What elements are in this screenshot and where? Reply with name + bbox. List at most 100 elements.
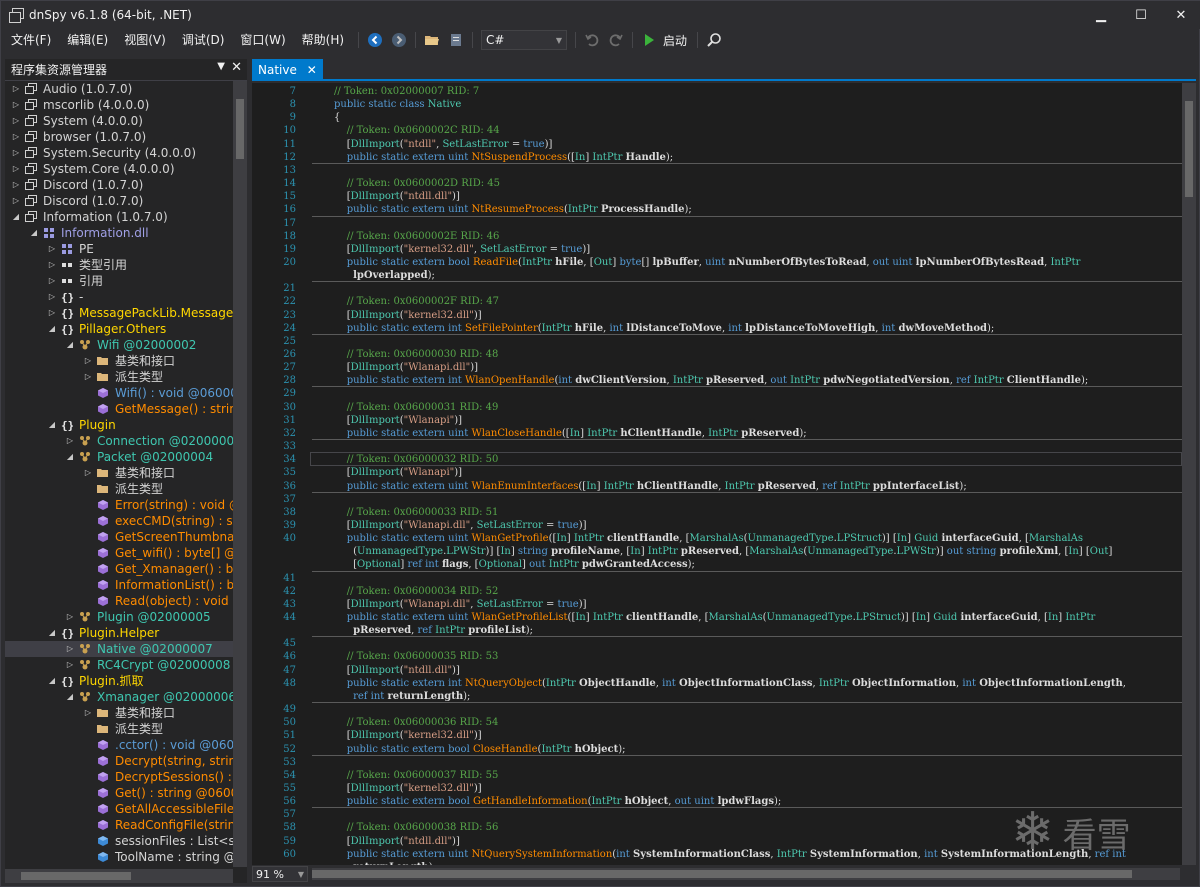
expand-arrow-icon[interactable]: ▷	[47, 305, 57, 321]
play-icon[interactable]	[639, 30, 659, 50]
tree-item[interactable]: ▷ mscorlib (4.0.0.0)	[5, 97, 233, 113]
tree-item[interactable]: ◢ Packet @02000004	[5, 449, 233, 465]
tree-item[interactable]: 派生类型	[5, 721, 233, 737]
tree-item[interactable]: Read(object) : void @	[5, 593, 233, 609]
search-icon[interactable]	[704, 30, 724, 50]
expand-arrow-icon[interactable]: ▷	[47, 289, 57, 305]
menu-help[interactable]: 帮助(H)	[296, 29, 350, 51]
tree-item[interactable]: ToolName : string @	[5, 849, 233, 865]
expand-arrow-icon[interactable]: ▷	[11, 97, 21, 113]
tree-item[interactable]: ▷ Plugin @02000005	[5, 609, 233, 625]
expand-arrow-icon[interactable]: ▷	[65, 433, 75, 449]
tree-item[interactable]: ▷ System.Security (4.0.0.0)	[5, 145, 233, 161]
tree-item[interactable]: ▷ 基类和接口	[5, 465, 233, 481]
tree-item[interactable]: ▷ 基类和接口	[5, 353, 233, 369]
title-bar[interactable]: dnSpy v6.1.8 (64-bit, .NET) ▁ ☐ ✕	[1, 1, 1200, 29]
tree-item[interactable]: ◢ {} Plugin	[5, 417, 233, 433]
expand-arrow-icon[interactable]: ▷	[11, 145, 21, 161]
tab-native[interactable]: Native ✕	[252, 59, 323, 81]
tree-item[interactable]: ▷ PE	[5, 241, 233, 257]
undo-icon[interactable]	[582, 30, 602, 50]
tree-item[interactable]: Decrypt(string, string	[5, 753, 233, 769]
dropdown-icon[interactable]: ▼	[217, 61, 225, 72]
tree-item[interactable]: Get_Xmanager() : byt	[5, 561, 233, 577]
tree-item[interactable]: ▷ 基类和接口	[5, 705, 233, 721]
scrollbar-thumb[interactable]	[312, 870, 1132, 878]
tree-item[interactable]: ▷ System.Core (4.0.0.0)	[5, 161, 233, 177]
tree-item[interactable]: ▷ System (4.0.0.0)	[5, 113, 233, 129]
close-icon[interactable]: ✕	[307, 59, 317, 81]
tree-item[interactable]: ▷ browser (1.0.7.0)	[5, 129, 233, 145]
expand-arrow-icon[interactable]: ▷	[83, 369, 93, 385]
expand-arrow-icon[interactable]: ▷	[11, 193, 21, 209]
code-editor[interactable]: 7 // Token: 0x02000007 RID: 7 8 public stat…	[252, 83, 1196, 865]
tree-item[interactable]: InformationList() : by	[5, 577, 233, 593]
tree-item[interactable]: ▷ Native @02000007	[5, 641, 233, 657]
redo-icon[interactable]	[606, 30, 626, 50]
expand-arrow-icon[interactable]: ▷	[47, 257, 57, 273]
tree-item[interactable]: ◢ {} Plugin.抓取	[5, 673, 233, 689]
expand-arrow-icon[interactable]: ▷	[11, 129, 21, 145]
back-icon[interactable]	[365, 30, 385, 50]
expand-arrow-icon[interactable]: ▷	[83, 353, 93, 369]
tree-item[interactable]: ReadConfigFile(string	[5, 817, 233, 833]
minimize-button[interactable]: ▁	[1081, 1, 1121, 29]
menu-view[interactable]: 视图(V)	[118, 29, 172, 51]
expand-arrow-icon[interactable]: ▷	[83, 465, 93, 481]
tree-item[interactable]: Get_wifi() : byte[] @06	[5, 545, 233, 561]
tree-item[interactable]: Wifi() : void @060000	[5, 385, 233, 401]
language-select[interactable]: C# ▼	[481, 30, 568, 50]
zoom-select[interactable]: 91 % ▼	[252, 866, 308, 882]
tree-item[interactable]: GetMessage() : string	[5, 401, 233, 417]
tree-item[interactable]: ▷ Discord (1.0.7.0)	[5, 193, 233, 209]
assembly-tree[interactable]: ▷ Audio (1.0.7.0) ▷ mscorlib (4.0.0.0) ▷ Syst…	[5, 81, 233, 867]
tree-item[interactable]: ▷ RC4Crypt @02000008	[5, 657, 233, 673]
tree-item[interactable]: ▷ {} -	[5, 289, 233, 305]
close-button[interactable]: ✕	[1161, 1, 1200, 29]
tree-item[interactable]: ▷ 类型引用	[5, 257, 233, 273]
menu-window[interactable]: 窗口(W)	[234, 29, 291, 51]
tree-item[interactable]: sessionFiles : List<str	[5, 833, 233, 849]
tree-item[interactable]: Error(string) : void @	[5, 497, 233, 513]
tree-item[interactable]: execCMD(string) : str	[5, 513, 233, 529]
tree-item[interactable]: ◢ Wifi @02000002	[5, 337, 233, 353]
tree-item[interactable]: ▷ Discord (1.0.7.0)	[5, 177, 233, 193]
forward-icon[interactable]	[389, 30, 409, 50]
collapse-arrow-icon[interactable]: ◢	[65, 449, 75, 465]
tree-item[interactable]: 派生类型	[5, 481, 233, 497]
menu-edit[interactable]: 编辑(E)	[61, 29, 114, 51]
expand-arrow-icon[interactable]: ▷	[65, 641, 75, 657]
expand-arrow-icon[interactable]: ▷	[65, 657, 75, 673]
menu-file[interactable]: 文件(F)	[5, 29, 57, 51]
editor-horizontal-scrollbar[interactable]	[312, 868, 1180, 880]
collapse-arrow-icon[interactable]: ◢	[65, 689, 75, 705]
tree-item[interactable]: ◢ Information.dll	[5, 225, 233, 241]
expand-arrow-icon[interactable]: ▷	[47, 241, 57, 257]
menu-debug[interactable]: 调试(D)	[176, 29, 231, 51]
expand-arrow-icon[interactable]: ▷	[11, 81, 21, 97]
tree-item[interactable]: ◢ {} Pillager.Others	[5, 321, 233, 337]
expand-arrow-icon[interactable]: ▷	[11, 177, 21, 193]
expand-arrow-icon[interactable]: ▷	[47, 273, 57, 289]
tree-item[interactable]: ▷ 派生类型	[5, 369, 233, 385]
vertical-scrollbar[interactable]	[233, 81, 247, 867]
tree-item[interactable]: ◢ Information (1.0.7.0)	[5, 209, 233, 225]
tree-item[interactable]: ◢ Xmanager @02000006	[5, 689, 233, 705]
open-list-icon[interactable]	[446, 30, 466, 50]
scrollbar-thumb[interactable]	[236, 99, 244, 159]
horizontal-scrollbar[interactable]	[5, 869, 233, 883]
tree-item[interactable]: GetScreenThumbnail(	[5, 529, 233, 545]
tree-item[interactable]: GetAllAccessibleFiles(	[5, 801, 233, 817]
tree-item[interactable]: ▷ {} MessagePackLib.MessageP	[5, 305, 233, 321]
collapse-arrow-icon[interactable]: ◢	[47, 673, 57, 689]
collapse-arrow-icon[interactable]: ◢	[47, 321, 57, 337]
tree-item[interactable]: ◢ {} Plugin.Helper	[5, 625, 233, 641]
scrollbar-thumb[interactable]	[1185, 101, 1193, 197]
tree-item[interactable]: DecryptSessions() : s	[5, 769, 233, 785]
expand-arrow-icon[interactable]: ▷	[83, 705, 93, 721]
expand-arrow-icon[interactable]: ▷	[65, 609, 75, 625]
maximize-button[interactable]: ☐	[1121, 1, 1161, 29]
editor-vertical-scrollbar[interactable]	[1182, 83, 1196, 865]
scrollbar-thumb[interactable]	[21, 872, 131, 880]
tree-item[interactable]: .cctor() : void @0600	[5, 737, 233, 753]
